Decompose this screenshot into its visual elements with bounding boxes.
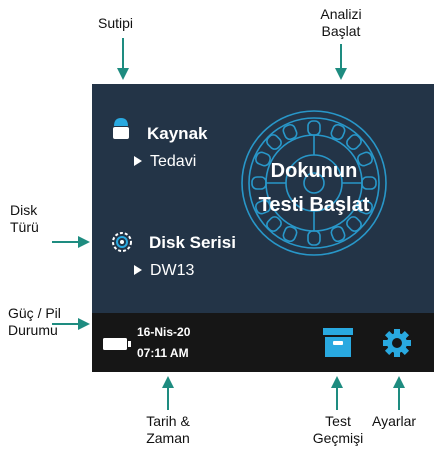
arrow-disk-type-head — [78, 236, 90, 248]
source-value: Tedavi — [134, 153, 196, 171]
source-value-text: Tedavi — [150, 153, 197, 170]
arrow-start-analysis-head — [335, 68, 347, 80]
arrow-test-history-head — [331, 376, 343, 388]
disk-label: Disk Serisi — [149, 233, 236, 252]
time-text: 07:11 AM — [137, 346, 189, 360]
disk-icon — [112, 232, 132, 252]
arrow-power-head — [78, 318, 90, 330]
arrow-water-type-head — [117, 68, 129, 80]
gear-icon[interactable] — [382, 328, 412, 358]
arrow-settings-head — [393, 376, 405, 388]
archive-icon[interactable] — [322, 326, 354, 359]
disk-value-text: DW13 — [150, 262, 195, 279]
disk-graphic-icon — [241, 110, 387, 256]
source-label: Kaynak — [147, 124, 208, 143]
date-text[interactable]: 16-Nis-20 — [137, 325, 190, 339]
bucket-icon — [113, 118, 129, 139]
start-line2: Testi Başlat — [258, 194, 370, 216]
disk-value: DW13 — [134, 262, 194, 280]
arrow-datetime-head — [162, 376, 174, 388]
start-line1: Dokunun — [270, 160, 358, 182]
battery-icon[interactable] — [102, 336, 132, 352]
